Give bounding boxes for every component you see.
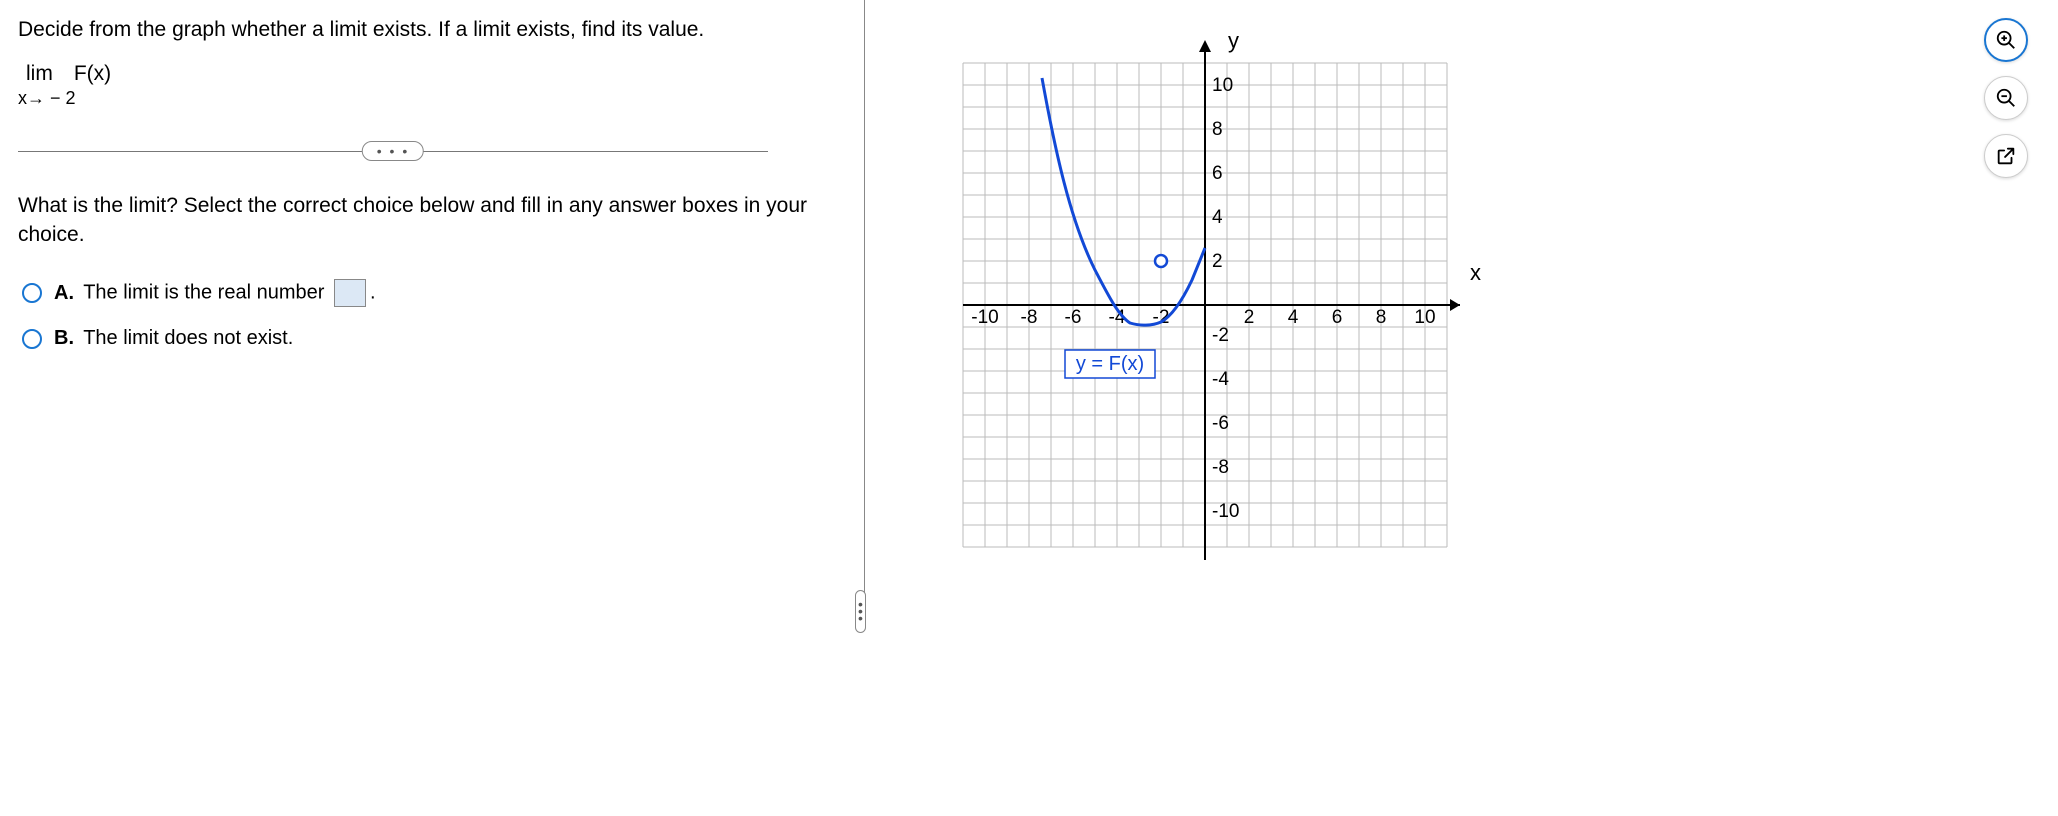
expand-pill[interactable]: • • •	[362, 141, 424, 161]
svg-text:-4: -4	[1212, 369, 1229, 390]
vertical-expand-pill[interactable]: •••	[855, 590, 866, 633]
choice-A[interactable]: A. The limit is the real number .	[22, 279, 838, 307]
svg-text:6: 6	[1212, 163, 1223, 184]
limit-bottom: x→ − 2	[18, 87, 838, 110]
svg-text:-10: -10	[971, 307, 998, 328]
graph-svg: -10 -8 -6 -4 -2 2 4 6 8 10 10 8 6 4 2 -2…	[960, 30, 1480, 590]
graph: -10 -8 -6 -4 -2 2 4 6 8 10 10 8 6 4 2 -2…	[960, 30, 1480, 596]
svg-text:4: 4	[1212, 207, 1223, 228]
svg-text:-6: -6	[1065, 307, 1082, 328]
choice-A-text-after: .	[370, 282, 376, 304]
instruction-text: Decide from the graph whether a limit ex…	[18, 18, 838, 42]
svg-text:-8: -8	[1212, 457, 1229, 478]
choice-B[interactable]: B. The limit does not exist.	[22, 327, 838, 350]
vertical-divider	[864, 0, 865, 610]
radio-B[interactable]	[22, 329, 42, 349]
open-external-button[interactable]	[1984, 134, 2028, 178]
svg-text:-6: -6	[1212, 413, 1229, 434]
choice-A-text-before: The limit is the real number	[83, 282, 324, 304]
limit-top: lim F(x)	[18, 60, 838, 87]
svg-text:10: 10	[1414, 307, 1435, 328]
horizontal-divider: • • •	[18, 141, 768, 161]
svg-text:y = F(x): y = F(x)	[1076, 353, 1144, 375]
svg-text:10: 10	[1212, 75, 1233, 96]
answer-input-A[interactable]	[334, 279, 366, 307]
question-text: What is the limit? Select the correct ch…	[18, 191, 838, 250]
svg-text:2: 2	[1212, 251, 1223, 272]
svg-text:4: 4	[1288, 307, 1299, 328]
limit-expression: lim F(x) x→ − 2	[18, 60, 838, 111]
zoom-in-icon	[1995, 29, 2017, 51]
svg-text:8: 8	[1376, 307, 1387, 328]
curve-label: y = F(x)	[1065, 350, 1155, 378]
y-axis-label: y	[1228, 28, 1239, 54]
svg-text:-2: -2	[1212, 325, 1229, 346]
svg-text:-10: -10	[1212, 501, 1239, 522]
open-external-icon	[1995, 145, 2017, 167]
zoom-out-button[interactable]	[1984, 76, 2028, 120]
x-axis-label: x	[1470, 260, 1481, 286]
zoom-in-button[interactable]	[1984, 18, 2028, 62]
choice-B-text: The limit does not exist.	[83, 327, 293, 349]
choice-B-letter: B.	[54, 327, 74, 349]
choice-A-letter: A.	[54, 282, 74, 304]
radio-A[interactable]	[22, 283, 42, 303]
zoom-out-icon	[1995, 87, 2017, 109]
svg-text:6: 6	[1332, 307, 1343, 328]
open-point-icon	[1155, 255, 1167, 267]
svg-text:-8: -8	[1021, 307, 1038, 328]
svg-text:2: 2	[1244, 307, 1255, 328]
svg-text:8: 8	[1212, 119, 1223, 140]
